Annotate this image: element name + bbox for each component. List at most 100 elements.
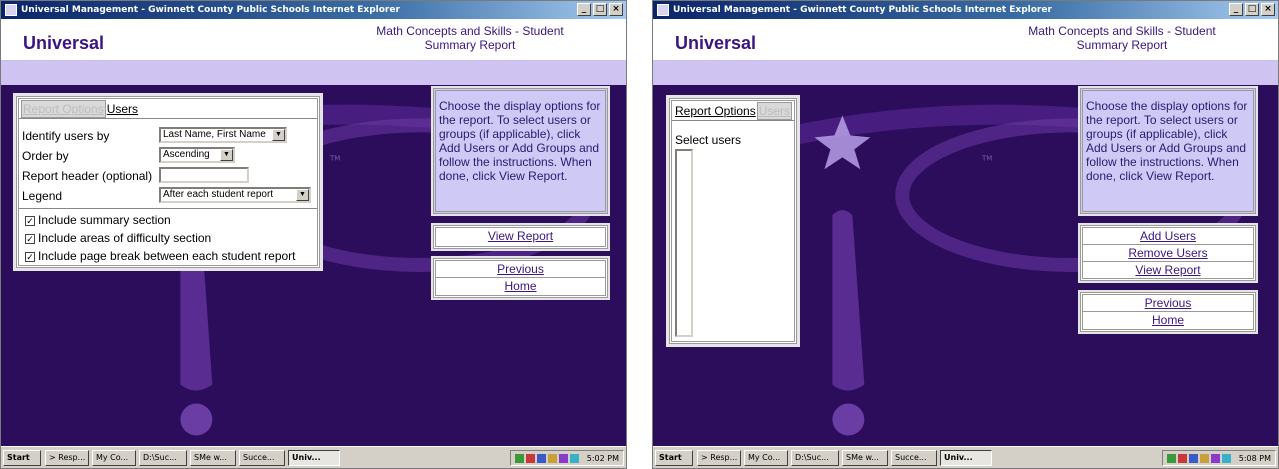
taskbar-item[interactable]: > Resp...: [697, 450, 741, 466]
tray-icon[interactable]: [1177, 453, 1187, 463]
action-links-box: View Report: [431, 223, 610, 251]
select-users-label: Select users: [675, 133, 742, 147]
chevron-down-icon[interactable]: ▼: [296, 189, 309, 201]
taskbar-item[interactable]: SMe w...: [190, 450, 236, 466]
close-button[interactable]: ×: [1261, 3, 1275, 16]
maximize-button[interactable]: □: [593, 3, 607, 16]
tab-users[interactable]: Users: [106, 101, 139, 117]
previous-link[interactable]: Previous: [1083, 295, 1253, 312]
taskbar-item[interactable]: > Resp...: [45, 450, 89, 466]
tray-icon[interactable]: [1210, 453, 1220, 463]
browser-icon: [657, 4, 669, 16]
include-summary-checkbox[interactable]: ✓ Include summary section: [25, 213, 171, 227]
taskbar-item[interactable]: D:\Suc...: [791, 450, 839, 466]
legend-label: Legend: [22, 189, 63, 203]
star-icon: [814, 115, 871, 170]
window-titlebar[interactable]: Universal Management - Gwinnett County P…: [653, 1, 1278, 19]
browser-icon: [5, 4, 17, 16]
nav-links-box: Previous Home: [431, 256, 610, 300]
view-report-link[interactable]: View Report: [1083, 262, 1253, 278]
tray-icon[interactable]: [558, 453, 568, 463]
help-text-box: Choose the display options for the repor…: [1078, 86, 1258, 216]
order-by-value: Ascending: [163, 149, 210, 160]
system-tray: 5:02 PM: [509, 450, 624, 466]
system-tray: 5:08 PM: [1161, 450, 1276, 466]
add-users-link[interactable]: Add Users: [1083, 228, 1253, 245]
action-links-box: Add Users Remove Users View Report: [1078, 223, 1258, 283]
windows-taskbar: Start > Resp... My Co... D:\Suc... SMe w…: [1, 446, 626, 468]
tray-icon[interactable]: [1188, 453, 1198, 463]
tab-report-options[interactable]: Report Options: [21, 99, 106, 118]
home-link[interactable]: Home: [436, 278, 605, 294]
page-header: Universal Math Concepts and Skills - Stu…: [653, 19, 1278, 61]
checkbox-checked-icon[interactable]: ✓: [25, 215, 35, 226]
tray-icon[interactable]: [1199, 453, 1209, 463]
identify-users-value: Last Name, First Name: [163, 129, 266, 140]
screenshot-users: Universal Management - Gwinnett County P…: [652, 0, 1279, 469]
identify-users-label: Identify users by: [22, 129, 110, 143]
report-header-input[interactable]: [159, 167, 249, 183]
maximize-button[interactable]: □: [1245, 3, 1259, 16]
tray-icon[interactable]: [536, 453, 546, 463]
form-divider: [19, 208, 317, 209]
view-report-link[interactable]: View Report: [436, 228, 605, 244]
tab-users[interactable]: Users: [756, 101, 793, 120]
report-header-label: Report header (optional): [22, 169, 153, 183]
tab-strip: Report Options Users: [19, 99, 317, 119]
page-header: Universal Math Concepts and Skills - Stu…: [1, 19, 626, 61]
start-button[interactable]: Start: [3, 450, 41, 466]
report-options-panel: Report Options Users Identify users by L…: [13, 93, 323, 271]
taskbar-item-active[interactable]: Univ...: [940, 450, 992, 466]
tm-mark: TM: [981, 154, 992, 162]
tray-icon[interactable]: [547, 453, 557, 463]
minimize-button[interactable]: _: [1229, 3, 1243, 16]
home-link[interactable]: Home: [1083, 312, 1253, 328]
header-band: [1, 61, 626, 85]
screenshot-report-options: Universal Management - Gwinnett County P…: [0, 0, 627, 469]
window-title: Universal Management - Gwinnett County P…: [673, 5, 1052, 15]
legend-value: After each student report: [163, 189, 274, 200]
tm-mark: TM: [329, 154, 340, 162]
taskbar-item-active[interactable]: Univ...: [288, 450, 340, 466]
window-titlebar[interactable]: Universal Management - Gwinnett County P…: [1, 1, 626, 19]
report-title: Math Concepts and Skills - Student Summa…: [376, 24, 564, 52]
legend-select[interactable]: After each student report ▼: [159, 187, 311, 203]
minimize-button[interactable]: _: [577, 3, 591, 16]
universal-logo: Universal: [23, 33, 105, 53]
checkbox-checked-icon[interactable]: ✓: [25, 251, 35, 262]
identify-users-select[interactable]: Last Name, First Name ▼: [159, 127, 287, 143]
tab-strip: Report Options Users: [672, 101, 794, 121]
tab-report-options[interactable]: Report Options: [674, 103, 757, 119]
close-button[interactable]: ×: [609, 3, 623, 16]
taskbar-item[interactable]: Succe...: [239, 450, 285, 466]
include-difficulty-checkbox[interactable]: ✓ Include areas of difficulty section: [25, 231, 211, 245]
window-title: Universal Management - Gwinnett County P…: [21, 5, 400, 15]
taskbar-item[interactable]: My Co...: [92, 450, 136, 466]
nav-links-box: Previous Home: [1078, 290, 1258, 334]
clock: 5:02 PM: [586, 453, 619, 463]
report-title: Math Concepts and Skills - Student Summa…: [1028, 24, 1216, 52]
tray-icon[interactable]: [514, 453, 524, 463]
users-listbox[interactable]: [675, 149, 693, 337]
tray-icon[interactable]: [525, 453, 535, 463]
tray-icon[interactable]: [1166, 453, 1176, 463]
taskbar-item[interactable]: Succe...: [891, 450, 937, 466]
order-by-select[interactable]: Ascending ▼: [159, 147, 235, 163]
start-button[interactable]: Start: [655, 450, 693, 466]
order-by-label: Order by: [22, 149, 69, 163]
remove-users-link[interactable]: Remove Users: [1083, 245, 1253, 262]
windows-taskbar: Start > Resp... My Co... D:\Suc... SMe w…: [653, 446, 1278, 468]
chevron-down-icon[interactable]: ▼: [272, 129, 285, 141]
checkbox-checked-icon[interactable]: ✓: [25, 233, 35, 244]
tray-icon[interactable]: [569, 453, 579, 463]
clock: 5:08 PM: [1238, 453, 1271, 463]
taskbar-item[interactable]: SMe w...: [842, 450, 888, 466]
taskbar-item[interactable]: D:\Suc...: [139, 450, 187, 466]
previous-link[interactable]: Previous: [436, 261, 605, 278]
tray-icon[interactable]: [1221, 453, 1231, 463]
taskbar-item[interactable]: My Co...: [744, 450, 788, 466]
chevron-down-icon[interactable]: ▼: [220, 149, 233, 161]
header-band: [653, 61, 1278, 85]
help-text-box: Choose the display options for the repor…: [431, 86, 610, 216]
include-page-break-checkbox[interactable]: ✓ Include page break between each student…: [25, 249, 296, 263]
